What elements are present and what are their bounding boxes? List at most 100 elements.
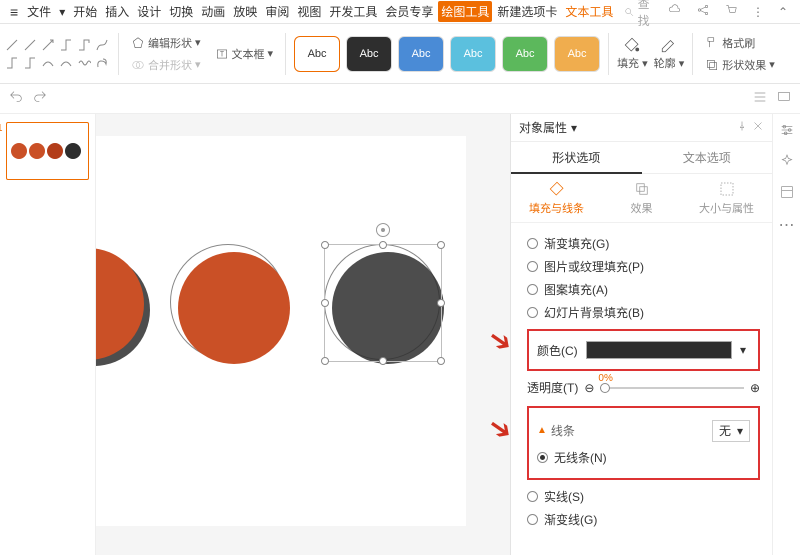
- slider-knob[interactable]: [600, 383, 610, 393]
- shape-style-swatch[interactable]: Abc: [294, 36, 340, 72]
- line-tool-icon[interactable]: [22, 37, 38, 53]
- resize-handle[interactable]: [321, 241, 329, 249]
- fill-button[interactable]: 填充 ▾: [617, 36, 648, 71]
- line-tool-icon[interactable]: [4, 37, 20, 53]
- plus-icon[interactable]: ⊕: [750, 381, 760, 395]
- connector-tool-icon[interactable]: [58, 37, 74, 53]
- menu-animation[interactable]: 动画: [198, 1, 228, 22]
- more-icon[interactable]: ⋯: [779, 215, 795, 235]
- menu-insert[interactable]: 插入: [102, 1, 132, 22]
- slide-thumbnail[interactable]: 1: [6, 122, 89, 180]
- menu-home[interactable]: 开始: [70, 1, 100, 22]
- color-swatch[interactable]: [586, 341, 732, 359]
- subtab-effects[interactable]: 效果: [604, 180, 679, 216]
- menu-devtools[interactable]: 开发工具: [326, 1, 380, 22]
- menu-new-tab[interactable]: 新建选项卡: [494, 1, 560, 22]
- resize-handle[interactable]: [437, 299, 445, 307]
- menu-chevron-icon[interactable]: ▾: [56, 3, 68, 21]
- subtab-fill-line[interactable]: 填充与线条: [519, 180, 594, 216]
- outline-icon: [660, 36, 678, 54]
- shape-style-swatch[interactable]: Abc: [554, 36, 600, 72]
- pin-icon[interactable]: [736, 120, 748, 135]
- collapse-icon[interactable]: ⌃: [772, 5, 794, 19]
- menu-design[interactable]: 设计: [134, 1, 164, 22]
- template-icon[interactable]: [779, 184, 795, 203]
- panel-body: 渐变填充(G) 图片或纹理填充(P) 图案填充(A) 幻灯片背景填充(B) 颜色…: [511, 223, 772, 555]
- merge-icon: [131, 58, 145, 72]
- resize-handle[interactable]: [437, 241, 445, 249]
- paintbrush-icon: [705, 36, 719, 50]
- menu-drawing-tools[interactable]: 绘图工具: [438, 1, 492, 22]
- curve-tool-icon[interactable]: [58, 55, 74, 71]
- subtab-size[interactable]: 大小与属性: [689, 180, 764, 216]
- slide-view-icon[interactable]: [776, 89, 792, 108]
- minus-icon[interactable]: ⊖: [584, 381, 594, 395]
- resize-handle[interactable]: [379, 241, 387, 249]
- hamburger-icon[interactable]: ≡: [6, 4, 22, 20]
- wave-tool-icon[interactable]: [76, 55, 92, 71]
- cloud-icon[interactable]: [662, 3, 688, 20]
- chevron-down-icon[interactable]: ▾: [740, 343, 750, 357]
- divider: [285, 33, 286, 75]
- outline-button[interactable]: 轮廓 ▾: [654, 36, 685, 71]
- menu-slideshow[interactable]: 放映: [230, 1, 260, 22]
- fill-option-picture[interactable]: 图片或纹理填充(P): [527, 258, 760, 275]
- undo-icon[interactable]: [8, 89, 24, 108]
- shape-circle[interactable]: [178, 252, 290, 364]
- redo-icon[interactable]: [32, 89, 48, 108]
- share-icon[interactable]: [690, 3, 716, 20]
- line-option-none[interactable]: 无线条(N): [537, 449, 750, 466]
- fill-option-slidebg[interactable]: 幻灯片背景填充(B): [527, 304, 760, 321]
- resize-handle[interactable]: [321, 299, 329, 307]
- shape-effects-button[interactable]: 形状效果▾: [701, 55, 779, 75]
- settings-icon[interactable]: [779, 122, 795, 141]
- close-icon[interactable]: [752, 120, 764, 135]
- slide-canvas[interactable]: ➔ ➔: [96, 114, 510, 555]
- connector-tool-icon[interactable]: [76, 37, 92, 53]
- resize-handle[interactable]: [321, 357, 329, 365]
- curve-tool-icon[interactable]: [94, 37, 110, 53]
- side-toolbar: ⋯: [772, 114, 800, 555]
- transparency-slider[interactable]: 0%: [600, 387, 744, 389]
- tab-shape-options[interactable]: 形状选项: [511, 142, 642, 174]
- freeform-tool-icon[interactable]: [94, 55, 110, 71]
- fill-option-pattern[interactable]: 图案填充(A): [527, 281, 760, 298]
- menu-file[interactable]: 文件: [24, 1, 54, 22]
- rotate-handle[interactable]: [376, 223, 390, 237]
- menu-text-tools[interactable]: 文本工具: [562, 1, 616, 22]
- shape-style-swatch[interactable]: Abc: [398, 36, 444, 72]
- menu-member[interactable]: 会员专享: [382, 1, 436, 22]
- tab-text-options[interactable]: 文本选项: [642, 142, 773, 174]
- annotation-highlight-box: 颜色(C) ▾: [527, 329, 760, 371]
- format-group: 格式刷 形状效果▾: [701, 33, 779, 75]
- magic-icon[interactable]: [779, 153, 795, 172]
- edit-shape-label: 编辑形状: [148, 35, 192, 51]
- main-area: 1: [0, 114, 800, 555]
- merge-shape-button[interactable]: 合并形状▾: [127, 55, 205, 75]
- shape-style-swatch[interactable]: Abc: [346, 36, 392, 72]
- format-painter-button[interactable]: 格式刷: [701, 33, 779, 53]
- connector-tool-icon[interactable]: [4, 55, 20, 71]
- menu-transition[interactable]: 切换: [166, 1, 196, 22]
- connector-tool-icon[interactable]: [22, 55, 38, 71]
- line-option-solid[interactable]: 实线(S): [527, 488, 760, 505]
- shape-style-swatch[interactable]: Abc: [502, 36, 548, 72]
- arrow-tool-icon[interactable]: [40, 37, 56, 53]
- outline-view-icon[interactable]: [752, 89, 768, 108]
- textbox-button[interactable]: 文本框▾: [211, 44, 278, 64]
- shape-style-swatch[interactable]: Abc: [450, 36, 496, 72]
- line-section-title[interactable]: ▲ 线条: [537, 422, 575, 439]
- merge-shape-label: 合并形状: [148, 57, 192, 73]
- more-icon[interactable]: ⋮: [746, 5, 770, 19]
- curve-tool-icon[interactable]: [40, 55, 56, 71]
- menu-review[interactable]: 审阅: [262, 1, 292, 22]
- line-option-gradient[interactable]: 渐变线(G): [527, 511, 760, 528]
- search-box[interactable]: 查找: [624, 0, 658, 29]
- menu-view[interactable]: 视图: [294, 1, 324, 22]
- resize-handle[interactable]: [437, 357, 445, 365]
- edit-shape-button[interactable]: 编辑形状▾: [127, 33, 205, 53]
- cart-icon[interactable]: [718, 3, 744, 20]
- fill-option-gradient[interactable]: 渐变填充(G): [527, 235, 760, 252]
- resize-handle[interactable]: [379, 357, 387, 365]
- line-type-select[interactable]: 无 ▾: [712, 420, 750, 442]
